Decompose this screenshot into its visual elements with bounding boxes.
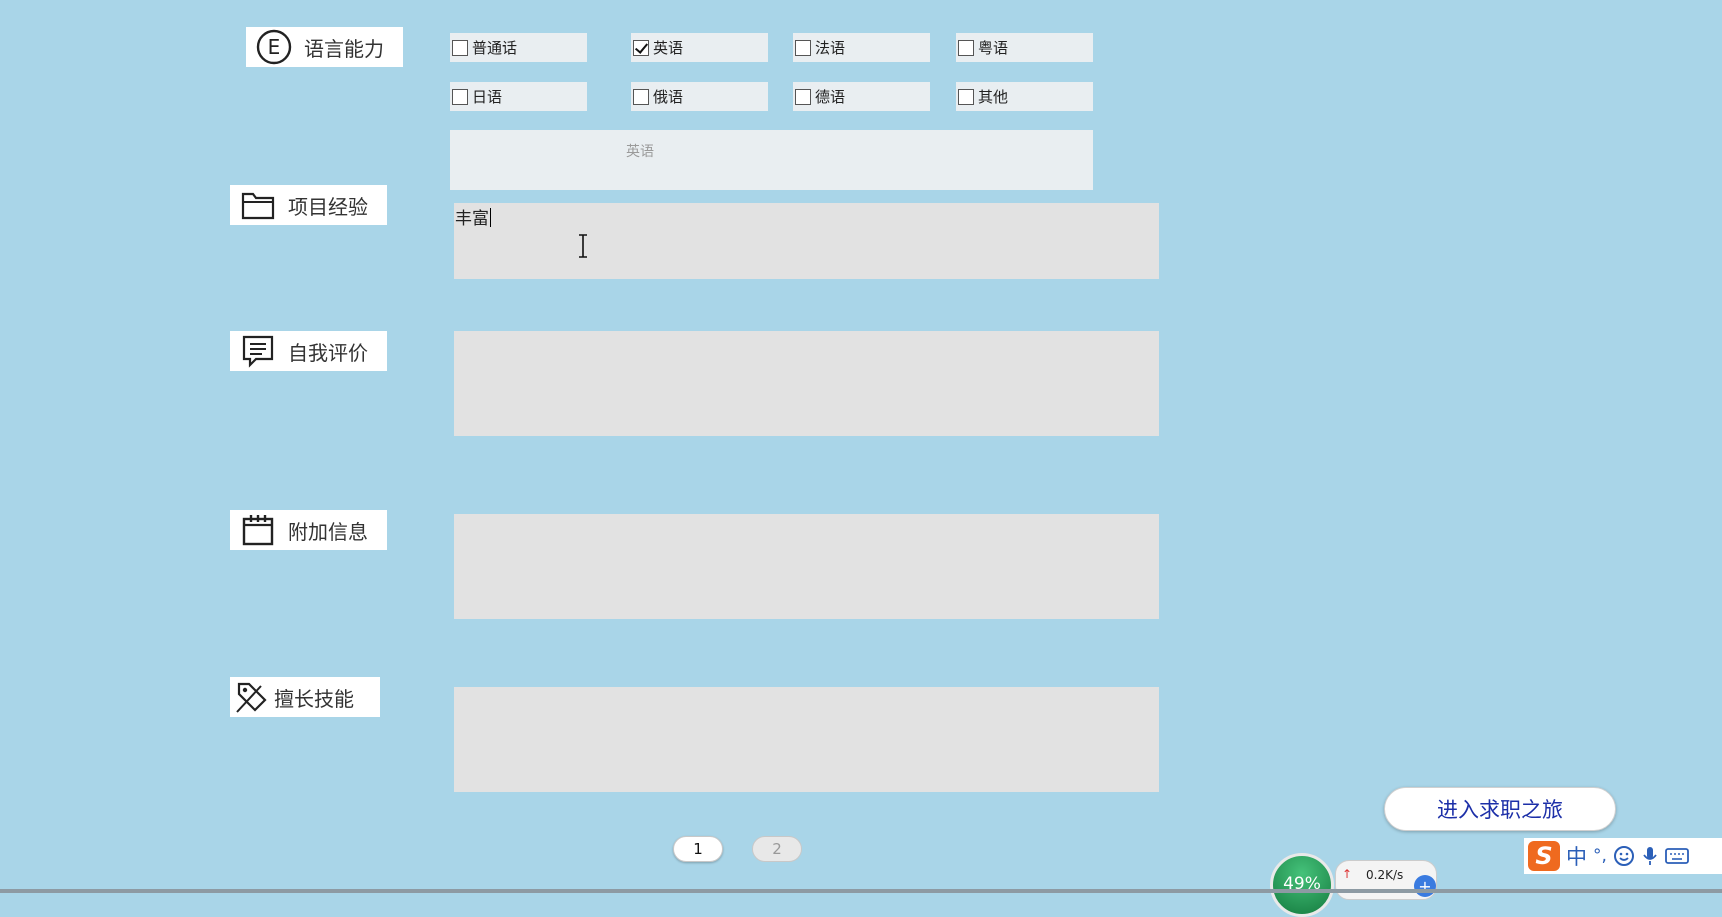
cpu-usage-ball[interactable]: 49% (1270, 853, 1334, 917)
language-option-label: 德语 (815, 88, 846, 106)
plus-icon[interactable]: + (1414, 875, 1436, 897)
enter-job-journey-button[interactable]: 进入求职之旅 (1384, 787, 1616, 831)
calendar-icon (236, 510, 280, 550)
language-option-other[interactable]: 其他 (956, 82, 1093, 111)
language-detail-placeholder: 英语 (626, 144, 654, 160)
ime-mode-toggle[interactable]: 中 (1566, 841, 1587, 871)
language-option-label: 普通话 (472, 39, 518, 57)
checkbox[interactable] (633, 88, 649, 105)
keyboard-icon[interactable] (1665, 847, 1689, 865)
network-speed-value: 0.2K/s (1366, 868, 1404, 882)
checkbox[interactable] (795, 88, 811, 105)
emoji-icon[interactable] (1613, 845, 1635, 867)
ime-toolbar: S 中 °, (1524, 838, 1722, 874)
section-label-project: 项目经验 (230, 185, 387, 225)
section-title: 语言能力 (304, 36, 384, 61)
language-option-label: 其他 (978, 88, 1009, 106)
checkbox[interactable] (452, 88, 468, 105)
section-label-extra: 附加信息 (230, 510, 387, 550)
checkbox[interactable] (958, 88, 974, 105)
skills-textarea[interactable] (454, 687, 1159, 792)
language-option-label: 日语 (472, 88, 503, 106)
section-title: 擅长技能 (274, 686, 354, 711)
language-option-cantonese[interactable]: 粤语 (956, 33, 1093, 62)
section-label-self-eval: 自我评价 (230, 331, 387, 371)
language-option-russian[interactable]: 俄语 (631, 82, 768, 111)
checkbox[interactable] (795, 39, 811, 56)
project-experience-textarea[interactable]: 丰富 (454, 203, 1159, 279)
checkbox[interactable] (452, 39, 468, 56)
language-option-label: 俄语 (653, 88, 684, 106)
section-title: 附加信息 (288, 519, 368, 544)
section-label-skills: 擅长技能 (230, 677, 380, 717)
language-option-label: 法语 (815, 39, 846, 57)
language-option-french[interactable]: 法语 (793, 33, 930, 62)
window-bottom-border (0, 889, 1722, 893)
self-evaluation-textarea[interactable] (454, 331, 1159, 436)
ime-punctuation-toggle[interactable]: °, (1593, 846, 1607, 866)
language-option-german[interactable]: 德语 (793, 82, 930, 111)
comment-icon (236, 331, 280, 371)
section-title: 项目经验 (288, 194, 368, 219)
checkbox[interactable] (958, 39, 974, 56)
language-option-label: 英语 (653, 39, 684, 57)
language-option-english[interactable]: 英语 (631, 33, 768, 62)
svg-text:E: E (268, 35, 281, 59)
language-option-japanese[interactable]: 日语 (450, 82, 587, 111)
folder-icon (236, 185, 280, 225)
section-title: 自我评价 (288, 340, 368, 365)
page-2-button[interactable]: 2 (752, 836, 802, 862)
language-detail-input[interactable]: 英语 (450, 130, 1093, 190)
text-cursor-icon (579, 234, 587, 258)
letter-e-circle-icon: E (252, 27, 296, 67)
language-option-mandarin[interactable]: 普通话 (450, 33, 587, 62)
checkbox-checked[interactable] (633, 39, 649, 56)
microphone-icon[interactable] (1641, 845, 1659, 867)
additional-info-textarea[interactable] (454, 514, 1159, 619)
network-speed-widget[interactable]: ↑ 0.2K/s + (1335, 860, 1437, 900)
section-label-language: E 语言能力 (246, 27, 403, 67)
language-option-label: 粤语 (978, 39, 1009, 57)
sogou-logo-icon[interactable]: S (1528, 841, 1560, 871)
project-experience-value: 丰富 (455, 208, 491, 229)
upload-arrow-icon: ↑ (1342, 867, 1353, 881)
tag-icon (234, 677, 270, 717)
page-1-button[interactable]: 1 (673, 836, 723, 862)
